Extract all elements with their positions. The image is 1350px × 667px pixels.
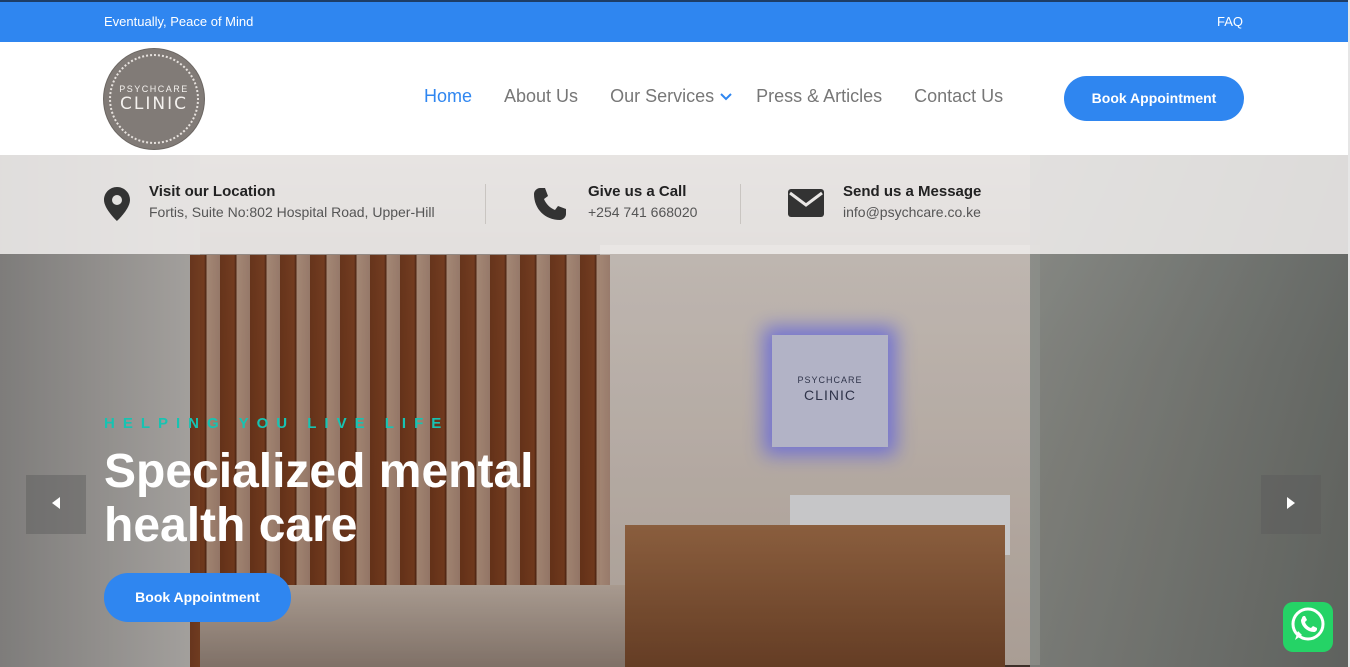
hero-kicker: HELPING YOU LIVE LIFE [104, 415, 450, 432]
site-header: PSYCHCARE CLINIC Home About Us Our Servi… [0, 42, 1350, 155]
clinic-logo[interactable]: PSYCHCARE CLINIC [104, 49, 204, 149]
nav-our-services[interactable]: Our Services [610, 86, 732, 107]
book-appointment-button[interactable]: Book Appointment [1064, 76, 1244, 121]
nav-about-us[interactable]: About Us [504, 86, 578, 107]
phone-icon [533, 187, 567, 226]
arrow-right-icon [1287, 496, 1295, 514]
contact-info-strip: Visit our Location Fortis, Suite No:802 … [0, 155, 1350, 254]
arrow-left-icon [52, 496, 60, 514]
chevron-down-icon [720, 90, 732, 104]
map-pin-icon [104, 187, 130, 226]
slider-prev-button[interactable] [26, 475, 86, 534]
whatsapp-icon [1289, 606, 1327, 649]
whatsapp-chat-button[interactable] [1283, 602, 1333, 652]
faq-link[interactable]: FAQ [1217, 14, 1243, 29]
info-call-title: Give us a Call [588, 183, 687, 200]
envelope-icon [788, 189, 824, 222]
slider-next-button[interactable] [1261, 475, 1321, 534]
logo-main-text: CLINIC [120, 94, 188, 114]
info-divider [740, 184, 741, 224]
info-location-title: Visit our Location [149, 183, 276, 200]
info-message-title: Send us a Message [843, 183, 982, 200]
nav-home[interactable]: Home [424, 86, 472, 107]
nav-contact-us[interactable]: Contact Us [914, 86, 1003, 107]
tagline: Eventually, Peace of Mind [104, 14, 254, 29]
info-location-value: Fortis, Suite No:802 Hospital Road, Uppe… [149, 204, 435, 220]
hero-headline: Specialized mental health care [104, 445, 534, 552]
nav-our-services-label: Our Services [610, 86, 715, 106]
info-divider [485, 184, 486, 224]
main-nav: Home About Us Our Services Press & Artic… [424, 86, 1035, 107]
info-message-value: info@psychcare.co.ke [843, 204, 981, 220]
info-call-value: +254 741 668020 [588, 204, 698, 220]
top-bar: Eventually, Peace of Mind FAQ [0, 0, 1350, 42]
hero-book-appointment-button[interactable]: Book Appointment [104, 573, 291, 622]
hero-slider: PSYCHCARE CLINIC Visit our Location Fort… [0, 155, 1350, 667]
nav-press-articles[interactable]: Press & Articles [756, 86, 882, 107]
logo-top-text: PSYCHCARE [119, 84, 189, 94]
